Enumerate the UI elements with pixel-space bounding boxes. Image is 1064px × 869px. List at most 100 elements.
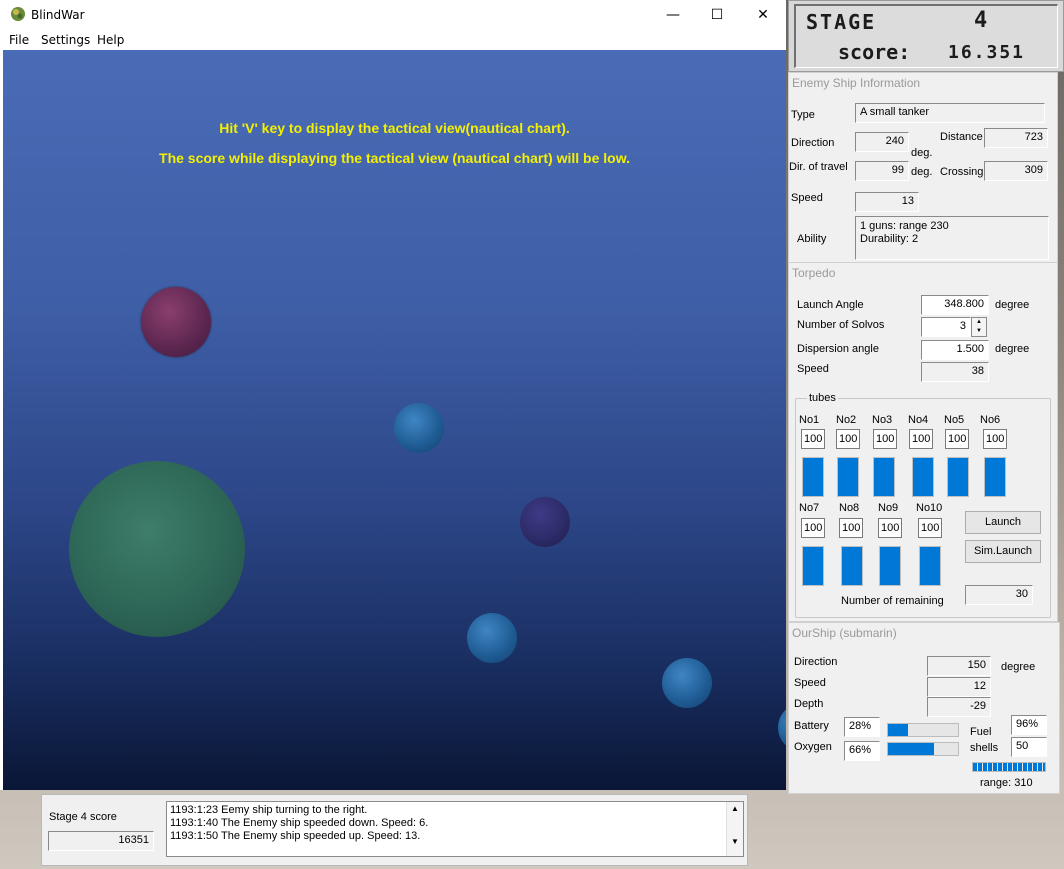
tube-value[interactable]: 100: [909, 429, 933, 449]
launch-angle-unit: degree: [995, 299, 1030, 311]
ourship-speed-field: 12: [927, 677, 991, 697]
enemy-crossing-label: Crossing: [940, 166, 984, 178]
shells-field: 50: [1011, 737, 1047, 757]
solvos-input[interactable]: 3: [921, 317, 971, 337]
torpedo-panel: Torpedo Launch Angle 348.800 degree Numb…: [788, 262, 1058, 622]
tubes-label: tubes: [807, 392, 838, 404]
menu-file[interactable]: File: [9, 33, 29, 47]
title-bar[interactable]: BlindWar — ☐ ✕: [0, 0, 786, 30]
stage-score-label: Stage 4 score: [49, 811, 117, 823]
battery-progress: [887, 723, 959, 737]
sim-launch-button[interactable]: Sim.Launch: [965, 540, 1041, 563]
tube-value[interactable]: 100: [878, 518, 902, 538]
score-value: 16.351: [948, 42, 1026, 63]
stage-panel: STAGE 4 score: 16.351: [788, 0, 1064, 72]
message-log[interactable]: 1193:1:23 Eemy ship turning to the right…: [166, 801, 744, 857]
ourship-direction-label: Direction: [794, 656, 838, 668]
enemy-direction-unit: deg.: [911, 147, 933, 159]
menu-bar: File Settings Help: [0, 30, 786, 50]
enemy-crossing-field: 309: [984, 161, 1048, 181]
log-line: 1193:1:50 The Enemy ship speeded up. Spe…: [170, 830, 421, 842]
stage-number: 4: [974, 8, 988, 33]
launch-button[interactable]: Launch: [965, 511, 1041, 534]
enemy-travel-unit: deg.: [911, 166, 933, 178]
tube-value[interactable]: 100: [839, 518, 863, 538]
score-label: score:: [838, 40, 911, 64]
ourship-depth-label: Depth: [794, 698, 824, 710]
battery-fill: [888, 724, 908, 736]
tube-name: No3: [872, 414, 893, 426]
tube-level-bar: [873, 457, 895, 497]
menu-settings[interactable]: Settings: [41, 33, 90, 47]
tube-value[interactable]: 100: [801, 518, 825, 538]
tube-value[interactable]: 100: [801, 429, 825, 449]
tube-value[interactable]: 100: [918, 518, 942, 538]
minimize-button[interactable]: —: [650, 0, 696, 30]
log-lines: 1193:1:23 Eemy ship turning to the right…: [170, 804, 428, 843]
oxygen-field: 66%: [844, 741, 880, 761]
enemy-type-field: A small tanker: [855, 103, 1045, 123]
ourship-depth-field: -29: [927, 697, 991, 717]
enemy-direction-field: 240: [855, 132, 909, 152]
enemy-distance-field: 723: [984, 128, 1048, 148]
ourship-panel-title: OurShip (submarin): [792, 626, 897, 640]
tube-value[interactable]: 100: [836, 429, 860, 449]
tube-level-bar: [802, 457, 824, 497]
ability-line: Durability: 2: [860, 233, 919, 245]
tube-value[interactable]: 100: [945, 429, 969, 449]
tube-level-bar: [879, 546, 901, 586]
tube-name: No5: [944, 414, 965, 426]
tube-value[interactable]: 100: [873, 429, 897, 449]
menu-help[interactable]: Help: [97, 33, 124, 47]
enemy-travel-label: Dir. of travel: [789, 161, 848, 173]
battery-field: 28%: [844, 717, 880, 737]
enemy-ability-field: 1 guns: range 230 Durability: 2: [855, 216, 1049, 260]
launch-angle-input[interactable]: 348.800: [921, 295, 989, 315]
sphere-green: [69, 461, 245, 637]
dispersion-input[interactable]: 1.500: [921, 340, 989, 360]
enemy-distance-label: Distance: [940, 131, 983, 143]
enemy-speed-field: 13: [855, 192, 919, 212]
log-scrollbar[interactable]: ▲ ▼: [726, 802, 743, 856]
remaining-label: Number of remaining: [841, 595, 944, 607]
tube-name: No8: [839, 502, 860, 514]
remaining-field: 30: [965, 585, 1033, 605]
scroll-up-icon[interactable]: ▲: [727, 804, 743, 813]
ability-line: 1 guns: range 230: [860, 220, 949, 232]
status-panel: Stage 4 score 16351 1193:1:23 Eemy ship …: [41, 794, 748, 866]
oxygen-fill: [888, 743, 935, 755]
tube-name: No10: [916, 502, 943, 514]
close-button[interactable]: ✕: [740, 0, 786, 30]
shells-label: shells: [970, 742, 999, 754]
tube-name: No2: [836, 414, 857, 426]
window-title: BlindWar: [31, 8, 85, 22]
maximize-button[interactable]: ☐: [694, 0, 740, 30]
solvos-spinner[interactable]: ▲ ▼: [971, 317, 987, 337]
sphere-blue-2: [467, 613, 517, 663]
enemy-panel-title: Enemy Ship Information: [792, 76, 921, 90]
tube-level-bar: [984, 457, 1006, 497]
stage-display: STAGE 4 score: 16.351: [794, 4, 1058, 68]
sea-view[interactable]: Hit 'V' key to display the tactical view…: [3, 50, 786, 790]
log-line: 1193:1:40 The Enemy ship speeded down. S…: [170, 817, 429, 829]
dispersion-unit: degree: [995, 343, 1030, 355]
ourship-speed-label: Speed: [794, 677, 826, 689]
ourship-panel: OurShip (submarin) Direction 150 degree …: [788, 622, 1060, 794]
torpedo-speed-label: Speed: [797, 363, 829, 375]
battery-label: Battery: [794, 720, 829, 732]
spin-down-icon[interactable]: ▼: [972, 327, 986, 336]
scroll-down-icon[interactable]: ▼: [727, 837, 743, 846]
enemy-speed-label: Speed: [791, 192, 823, 204]
tube-level-bar: [912, 457, 934, 497]
torpedo-panel-title: Torpedo: [792, 266, 836, 280]
sphere-purple: [141, 287, 211, 357]
oxygen-progress: [887, 742, 959, 756]
oxygen-label: Oxygen: [794, 741, 832, 753]
tube-value[interactable]: 100: [983, 429, 1007, 449]
enemy-direction-label: Direction: [791, 137, 835, 149]
ourship-direction-unit: degree: [1001, 661, 1036, 673]
tube-name: No7: [799, 502, 820, 514]
spin-up-icon[interactable]: ▲: [972, 318, 986, 327]
dispersion-label: Dispersion angle: [797, 343, 879, 355]
maximize-icon: ☐: [710, 7, 724, 23]
